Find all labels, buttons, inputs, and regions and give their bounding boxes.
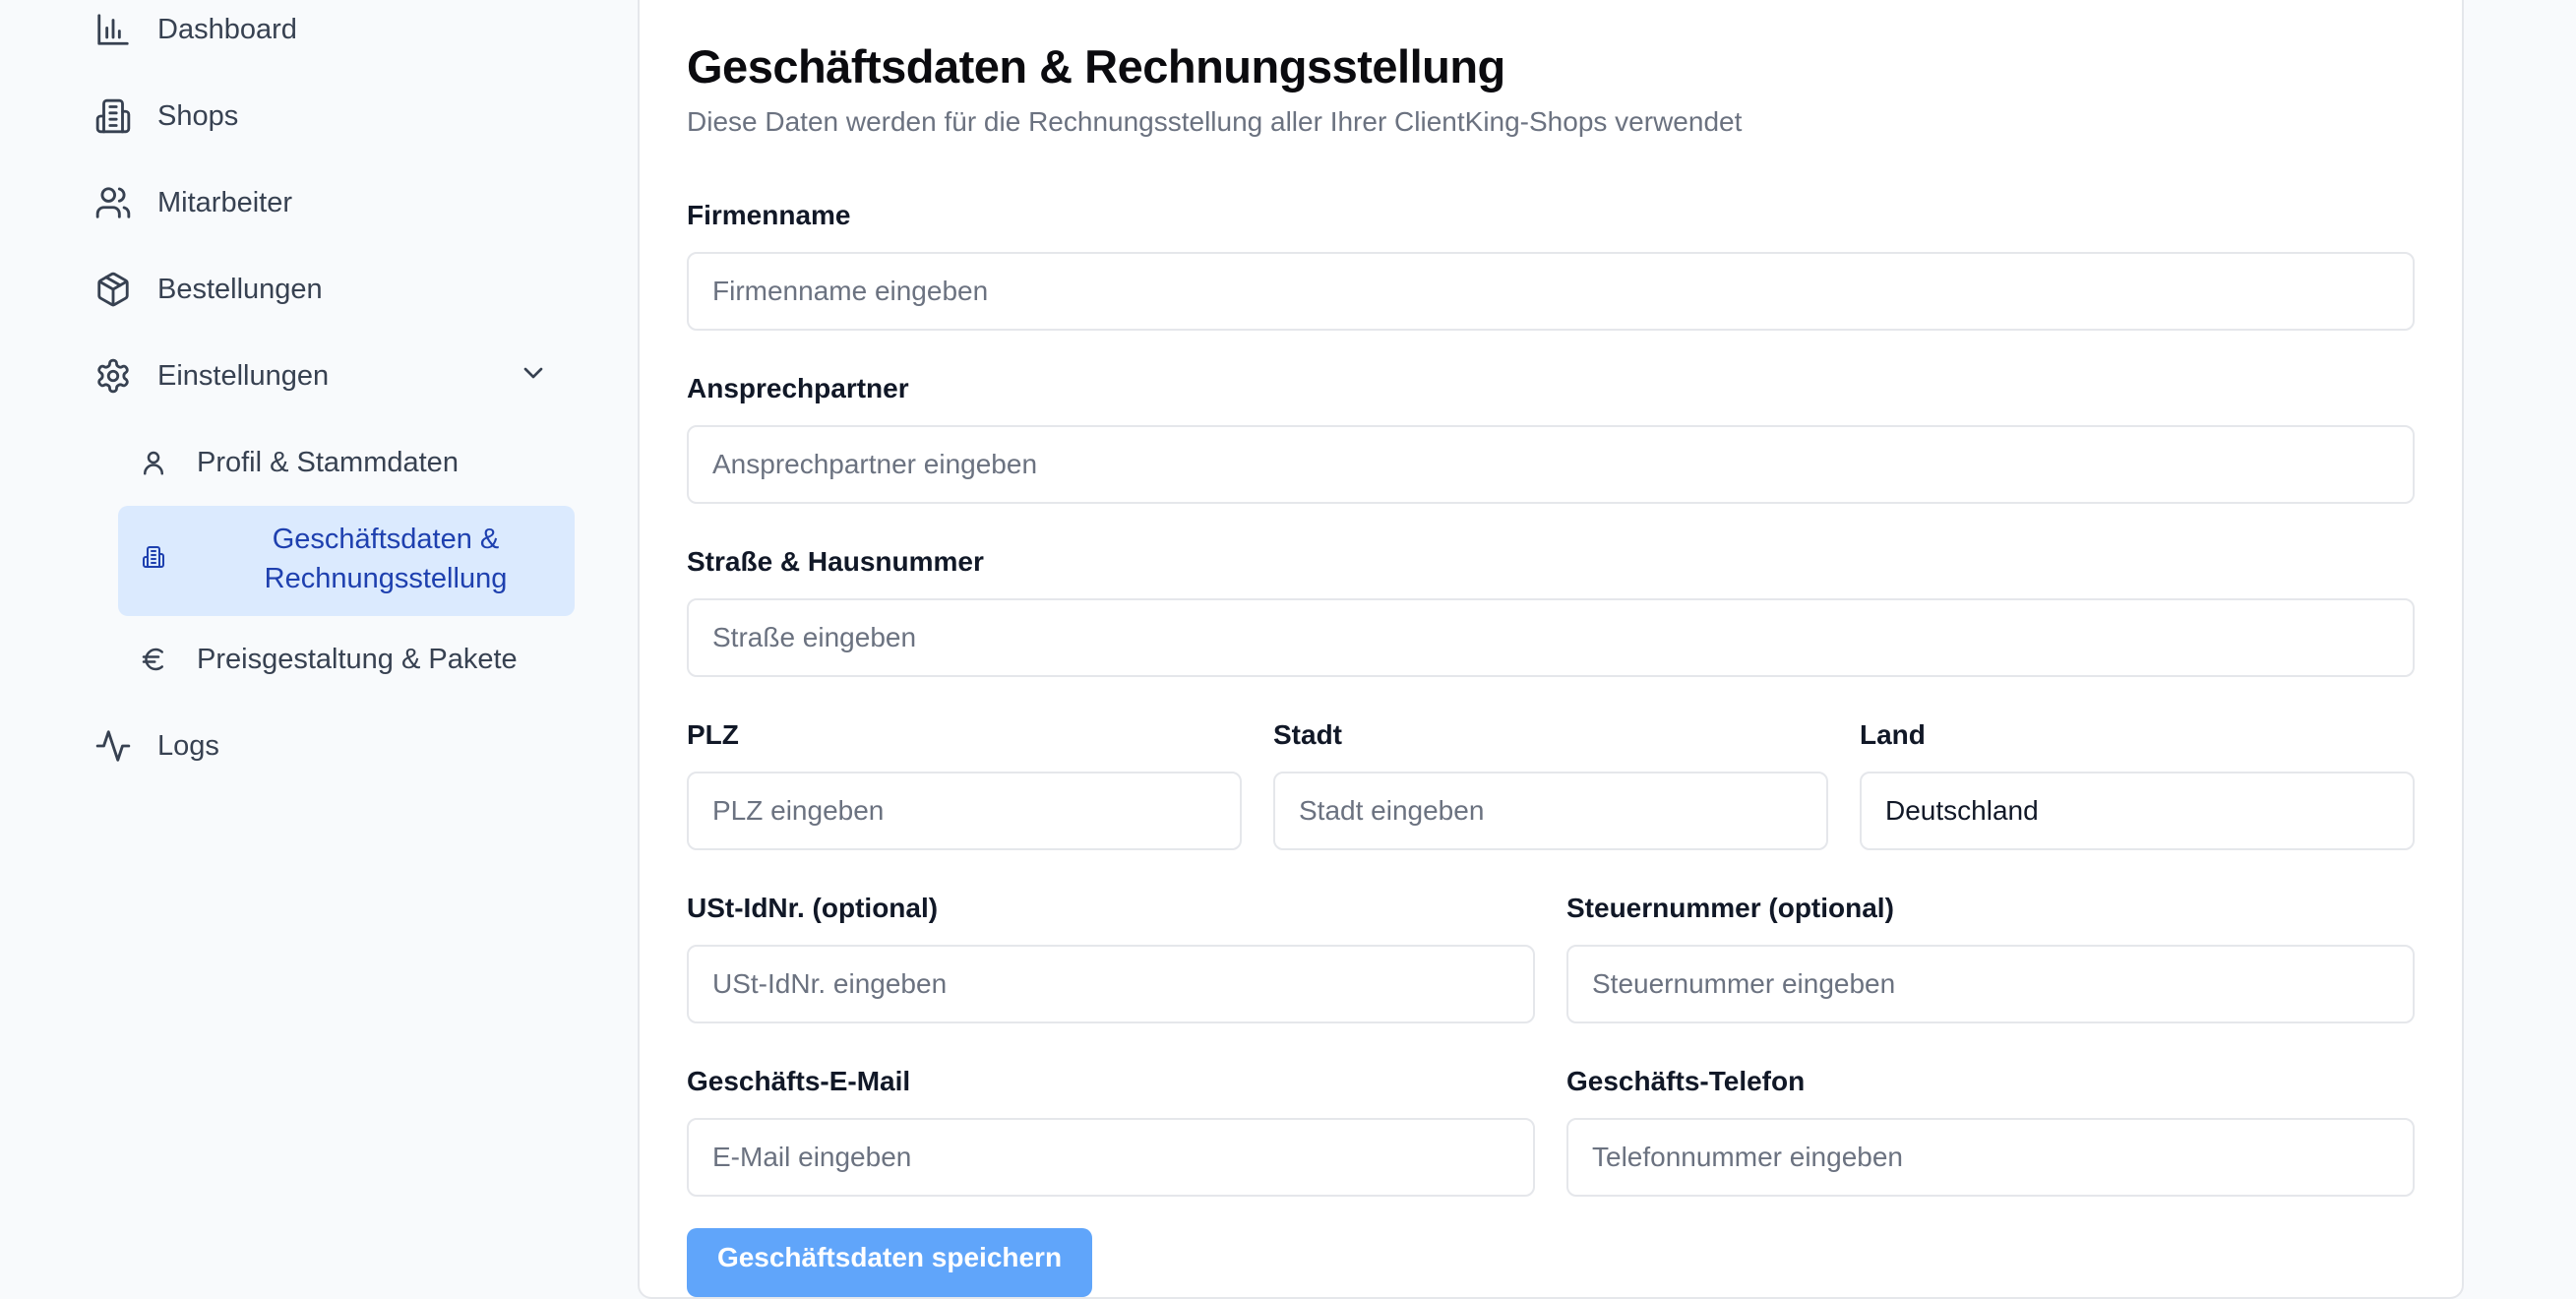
building-icon [142, 545, 171, 575]
plz-input[interactable] [687, 772, 1242, 850]
land-input[interactable] [1860, 772, 2415, 850]
sidebar-subitem-label: Profil & Stammdaten [197, 446, 459, 478]
euro-icon [138, 644, 169, 675]
gear-icon [94, 357, 132, 395]
steuernummer-input[interactable] [1566, 945, 2415, 1023]
sidebar-item-label: Einstellungen [157, 359, 330, 392]
ustid-input[interactable] [687, 945, 1535, 1023]
sidebar-item-label: Dashboard [157, 13, 297, 45]
chevron-down-icon[interactable] [518, 357, 549, 389]
users-icon [94, 184, 132, 221]
plz-label: PLZ [687, 719, 739, 750]
stadt-input[interactable] [1273, 772, 1828, 850]
user-icon [138, 447, 169, 478]
stadt-label: Stadt [1273, 719, 1342, 750]
firmenname-label: Firmenname [687, 200, 851, 230]
ustid-label: USt-IdNr. (optional) [687, 893, 939, 923]
strasse-input[interactable] [687, 598, 2415, 677]
land-label: Land [1860, 719, 1926, 750]
sidebar-subitem-label: Geschäftsdaten & Rechnungsstellung [264, 524, 508, 594]
bar-chart-icon [94, 11, 132, 48]
steuernummer-label: Steuernummer (optional) [1566, 893, 1894, 923]
sidebar-item-bestellungen[interactable]: Bestellungen [94, 260, 323, 319]
ansprechpartner-label: Ansprechpartner [687, 373, 909, 403]
sidebar-item-dashboard[interactable]: Dashboard [94, 0, 297, 59]
telefon-label: Geschäfts-Telefon [1566, 1066, 1806, 1096]
building-icon [94, 97, 132, 135]
sidebar-item-einstellungen[interactable]: Einstellungen [94, 346, 329, 405]
sidebar-item-label: Mitarbeiter [157, 186, 292, 218]
sidebar-subitem-profil[interactable]: Profil & Stammdaten [138, 433, 459, 492]
sidebar-item-logs[interactable]: Logs [94, 716, 219, 775]
sidebar-subitem-preisgestaltung[interactable]: Preisgestaltung & Pakete [138, 630, 518, 689]
email-label: Geschäfts-E-Mail [687, 1066, 911, 1096]
sidebar-item-label: Shops [157, 99, 239, 132]
firmenname-input[interactable] [687, 252, 2415, 331]
strasse-label: Straße & Hausnummer [687, 546, 984, 577]
sidebar-item-label: Bestellungen [157, 273, 323, 305]
page-title: Geschäftsdaten & Rechnungsstellung [687, 40, 1505, 93]
sidebar-subitem-label: Preisgestaltung & Pakete [197, 643, 518, 675]
activity-icon [94, 727, 132, 765]
save-button[interactable]: Geschäftsdaten speichern [687, 1228, 1092, 1297]
package-icon [94, 271, 132, 308]
ansprechpartner-input[interactable] [687, 425, 2415, 504]
sidebar-subitem-geschaeftsdaten[interactable]: Geschäftsdaten & Rechnungsstellung [118, 506, 575, 616]
page-subtitle: Diese Daten werden für die Rechnungsstel… [687, 106, 1743, 137]
sidebar-item-label: Logs [157, 729, 219, 762]
sidebar: Dashboard Shops Mitarbeiter Bestellungen [0, 0, 640, 1262]
email-input[interactable] [687, 1118, 1535, 1197]
sidebar-item-shops[interactable]: Shops [94, 87, 238, 146]
telefon-input[interactable] [1566, 1118, 2415, 1197]
sidebar-item-mitarbeiter[interactable]: Mitarbeiter [94, 173, 292, 232]
